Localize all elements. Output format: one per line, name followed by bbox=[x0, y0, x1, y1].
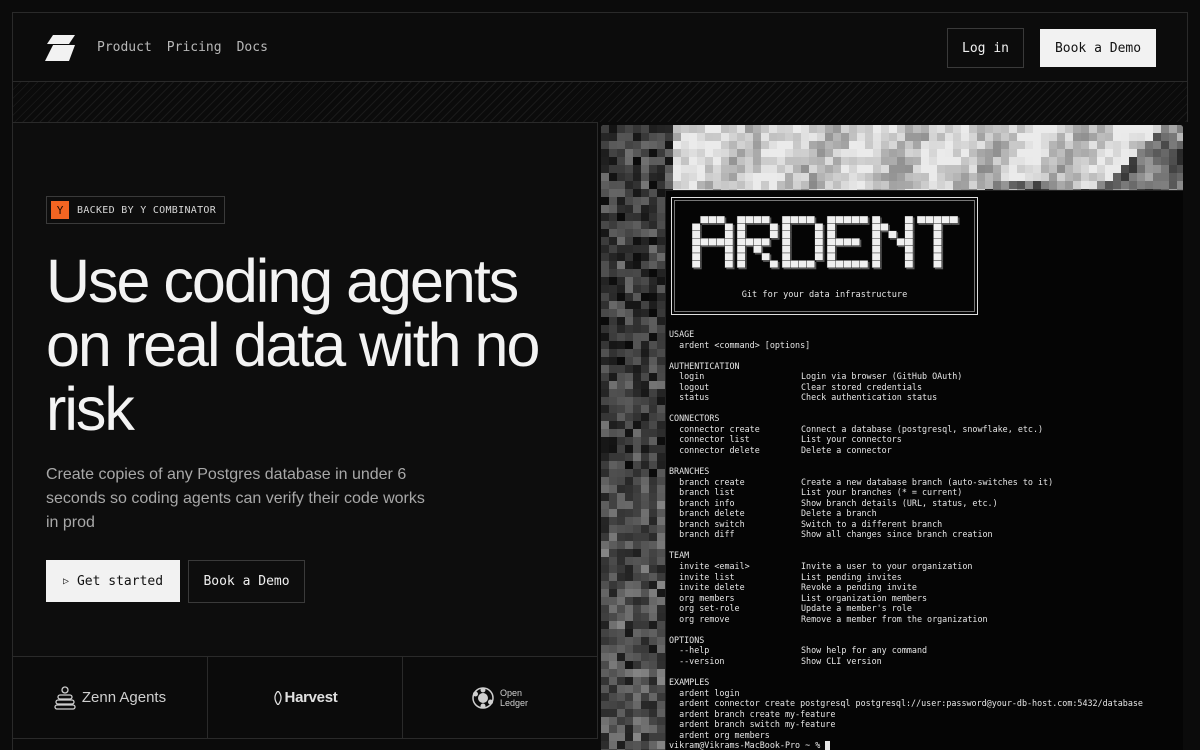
nav-link-docs[interactable]: Docs bbox=[237, 40, 268, 55]
cli-help-output: USAGE ardent <command> [options] AUTHENTI… bbox=[669, 329, 1179, 750]
help-row: status Check authentication status bbox=[669, 392, 938, 403]
help-row: --help Show help for any command bbox=[669, 645, 928, 656]
help-row: --version Show CLI version bbox=[669, 655, 882, 666]
help-row: invite <email> Invite a user to your orga… bbox=[669, 561, 973, 572]
logo-icon[interactable] bbox=[45, 35, 75, 61]
login-button[interactable]: Log in bbox=[947, 28, 1024, 68]
help-section-title: CONNECTORS bbox=[669, 413, 720, 424]
help-row: ardent login bbox=[669, 687, 740, 698]
help-section-title: AUTHENTICATION bbox=[669, 360, 740, 371]
help-section-title: TEAM bbox=[669, 550, 690, 561]
logo-zenn-agents: Zenn Agents bbox=[13, 657, 208, 739]
logo-label: Harvest bbox=[284, 689, 338, 706]
help-row: branch switch Switch to a different branc… bbox=[669, 518, 943, 529]
help-row: ardent branch switch my-feature bbox=[669, 719, 836, 730]
help-row: invite delete Revoke a pending invite bbox=[669, 582, 917, 593]
get-started-label: Get started bbox=[76, 573, 164, 589]
help-row: ardent org members bbox=[669, 729, 770, 740]
customer-logos: Zenn Agents Harvest Open Ledger bbox=[12, 657, 598, 750]
help-row: branch delete Delete a branch bbox=[669, 508, 877, 519]
help-section-title: USAGE bbox=[669, 329, 695, 339]
yc-logo-icon: Y bbox=[51, 201, 69, 219]
help-row: connector create Connect a database (post… bbox=[669, 423, 1044, 434]
logo-label: Zenn Agents bbox=[81, 689, 167, 706]
help-row: connector list List your connectors bbox=[669, 434, 902, 445]
help-row: branch list List your branches (* = curre… bbox=[669, 487, 963, 498]
ardent-ascii-logo bbox=[692, 216, 960, 270]
hero-section: Y BACKED BY Y COMBINATOR Use coding agen… bbox=[12, 122, 598, 657]
help-row: branch create Create a new database branc… bbox=[669, 476, 1054, 487]
hex-icon bbox=[472, 686, 494, 709]
help-row: connector delete Delete a connector bbox=[669, 445, 892, 456]
terminal-tagline: Git for your data infrastructure bbox=[741, 290, 908, 300]
help-row: branch info Show branch details (URL, sta… bbox=[669, 497, 998, 508]
nav-link-product[interactable]: Product bbox=[97, 40, 152, 55]
nav-links: Product Pricing Docs bbox=[97, 40, 268, 55]
hero-book-demo-button[interactable]: Book a Demo bbox=[188, 560, 305, 603]
help-row: ardent <command> [options] bbox=[669, 339, 811, 350]
help-row: ardent connector create postgresql postg… bbox=[669, 698, 1143, 709]
stack-icon bbox=[54, 685, 76, 710]
help-row: org remove Remove a member from the organ… bbox=[669, 613, 988, 624]
nav-link-pricing[interactable]: Pricing bbox=[167, 40, 222, 55]
badge-label: BACKED BY Y COMBINATOR bbox=[77, 204, 217, 216]
get-started-button[interactable]: ▷ Get started bbox=[46, 560, 180, 602]
help-section-title: BRANCHES bbox=[669, 466, 710, 477]
terminal-window: Git for your data infrastructure USAGE a… bbox=[665, 190, 1183, 750]
hero-headline: Use coding agents on real data with no r… bbox=[46, 247, 540, 443]
play-icon: ▷ bbox=[62, 575, 69, 587]
help-row: org set-role Update a member's role bbox=[669, 603, 912, 614]
book-demo-button[interactable]: Book a Demo bbox=[1040, 29, 1156, 67]
hero-subtext: Create copies of any Postgres database i… bbox=[46, 466, 425, 531]
logo-harvest: Harvest bbox=[208, 657, 403, 739]
help-row: login Login via browser (GitHub OAuth) bbox=[669, 371, 963, 382]
yc-badge[interactable]: Y BACKED BY Y COMBINATOR bbox=[46, 196, 226, 224]
cursor-icon bbox=[825, 741, 831, 750]
help-row: branch diff Show all changes since branch… bbox=[669, 529, 993, 540]
help-row: logout Clear stored credentials bbox=[669, 381, 923, 392]
leaf-icon bbox=[273, 690, 282, 705]
help-section-title: OPTIONS bbox=[669, 634, 705, 645]
help-row: org members List organization members bbox=[669, 592, 928, 603]
top-nav: Product Pricing Docs Log in Book a Demo bbox=[12, 12, 1188, 82]
hatched-divider bbox=[12, 82, 1188, 122]
shell-prompt[interactable]: vikram@Vikrams-MacBook-Pro ~ % bbox=[669, 740, 1179, 750]
ascii-banner: Git for your data infrastructure bbox=[671, 197, 978, 315]
product-visual: Git for your data infrastructure USAGE a… bbox=[601, 125, 1183, 750]
logo-open-ledger: Open Ledger bbox=[403, 657, 598, 739]
help-section-title: EXAMPLES bbox=[669, 677, 710, 688]
help-row: ardent branch create my-feature bbox=[669, 708, 836, 719]
logo-label: Open Ledger bbox=[499, 687, 529, 708]
help-row: invite list List pending invites bbox=[669, 571, 902, 582]
